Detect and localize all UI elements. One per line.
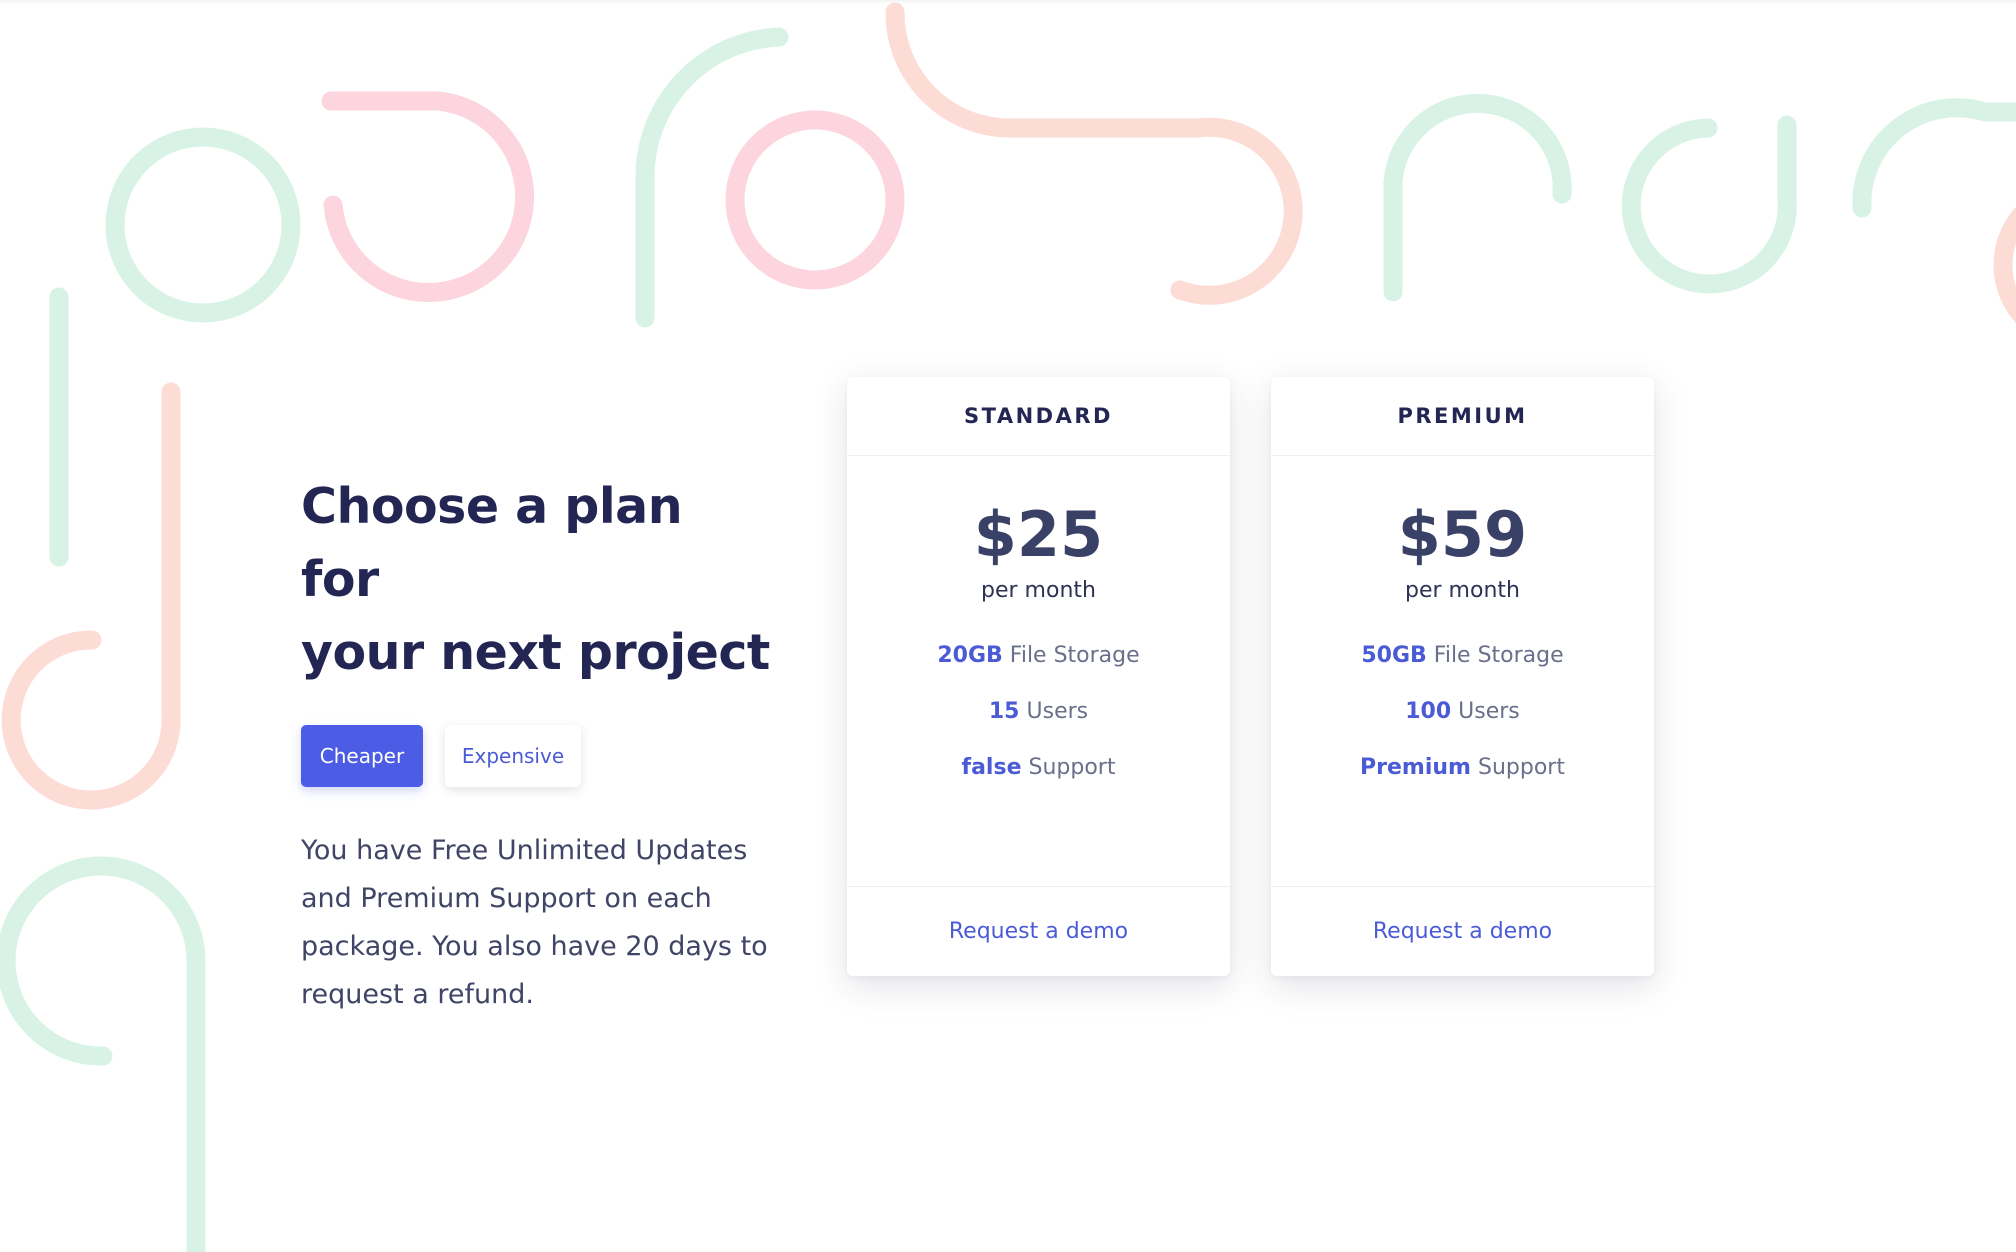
decor-arch-green (1383, 93, 1572, 302)
page-title-line-2: your next project (301, 624, 770, 681)
feature-value: 50GB (1361, 643, 1427, 668)
expensive-button[interactable]: Expensive (445, 725, 581, 787)
feature-list: 20GB File Storage 15 Users false Support (847, 640, 1230, 808)
decor-arc-green (635, 27, 789, 328)
decor-ring-green (105, 127, 301, 323)
page-title-line-1: Choose a plan for (301, 478, 683, 608)
decor-ring-pink (725, 110, 905, 290)
feature-value: 100 (1405, 699, 1452, 724)
feature-value: 20GB (937, 643, 1003, 668)
decor-hook-pink (321, 91, 535, 303)
decor-hook-peach (1, 382, 181, 810)
feature-label: Support (1477, 755, 1565, 780)
cheaper-button[interactable]: Cheaper (301, 725, 423, 787)
price-toggle: Cheaper Expensive (301, 725, 771, 787)
feature-value: 15 (988, 699, 1020, 724)
plan-price: $59 (1397, 498, 1528, 571)
plan-description: You have Free Unlimited Updates and Prem… (301, 835, 768, 1010)
request-demo-link[interactable]: Request a demo (1373, 919, 1552, 944)
card-footer: Request a demo (847, 886, 1230, 976)
decor-corner-green (1852, 98, 2016, 218)
feature-support: false Support (847, 752, 1230, 808)
card-footer: Request a demo (1271, 886, 1654, 976)
feature-list: 50GB File Storage 100 Users Premium Supp… (1271, 640, 1654, 808)
request-demo-link[interactable]: Request a demo (949, 919, 1128, 944)
feature-label: File Storage (1009, 643, 1140, 668)
feature-support: Premium Support (1271, 752, 1654, 808)
feature-label: File Storage (1433, 643, 1564, 668)
page-title: Choose a plan for your next project (301, 470, 771, 689)
decor-ring-peach-edge (1993, 206, 2016, 324)
feature-storage: 20GB File Storage (847, 640, 1230, 696)
feature-value: Premium (1360, 755, 1471, 780)
pricing-card-premium: PREMIUM $59 per month 50GB File Storage … (1271, 377, 1654, 976)
plan-period: per month (981, 578, 1096, 603)
plan-name: PREMIUM (1271, 377, 1654, 456)
feature-storage: 50GB File Storage (1271, 640, 1654, 696)
decor-wave-peach (885, 2, 1303, 305)
feature-label: Users (1458, 699, 1520, 724)
decor-hook-green (0, 856, 206, 1252)
feature-users: 100 Users (1271, 696, 1654, 752)
plan-period: per month (1405, 578, 1520, 603)
plan-intro: Choose a plan for your next project Chea… (301, 470, 771, 1019)
feature-value: false (961, 755, 1022, 780)
plan-price: $25 (973, 498, 1104, 571)
feature-label: Support (1028, 755, 1116, 780)
decor-loop-green (1621, 115, 1797, 294)
pricing-card-standard: STANDARD $25 per month 20GB File Storage… (847, 377, 1230, 976)
feature-label: Users (1026, 699, 1089, 724)
plan-name: STANDARD (847, 377, 1230, 456)
feature-users: 15 Users (847, 696, 1230, 752)
